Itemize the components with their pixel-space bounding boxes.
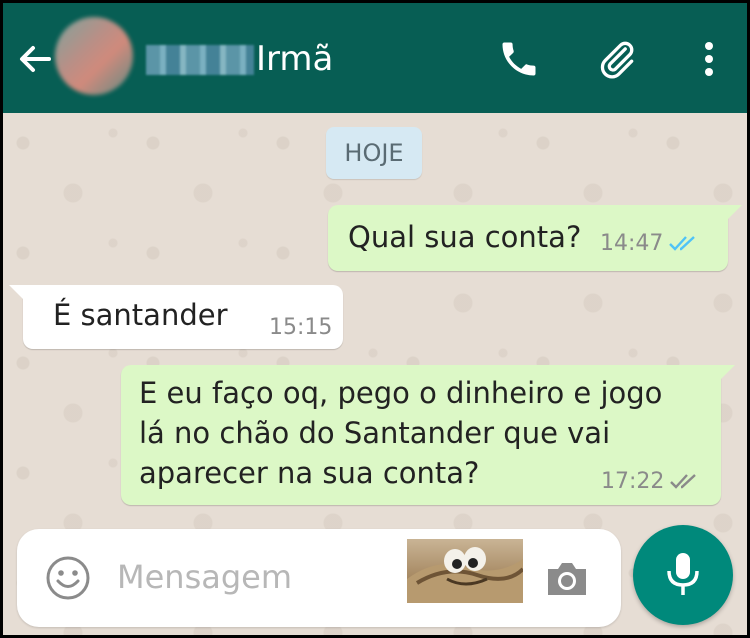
paperclip-icon[interactable] [595, 37, 639, 81]
delivered-double-check-icon [670, 474, 696, 489]
message-input[interactable] [117, 551, 407, 603]
back-arrow-icon[interactable] [15, 39, 55, 79]
outgoing-message[interactable]: Qual sua conta? 14:47 [328, 205, 742, 271]
mic-button[interactable] [633, 525, 733, 625]
message-text: Qual sua conta? [348, 220, 582, 254]
date-badge: HOJE [326, 127, 422, 179]
read-double-check-icon [669, 236, 695, 251]
emoji-icon[interactable] [45, 555, 91, 601]
more-vert-icon[interactable] [687, 37, 731, 81]
mic-icon [667, 553, 699, 595]
message-composer [17, 529, 621, 627]
phone-icon[interactable] [497, 37, 541, 81]
incoming-message[interactable]: É santander 15:15 [9, 285, 343, 349]
message-text: É santander [53, 298, 228, 332]
bubble-tail [719, 365, 735, 381]
bubble-tail [726, 205, 742, 221]
message-time: 17:22 [601, 469, 665, 494]
bubble-tail [9, 285, 25, 301]
sticker-image [407, 539, 523, 603]
whatsapp-chat-screen: Irmã HOJE Qual sua conta? 14:47 É santan… [3, 3, 747, 635]
outgoing-message[interactable]: E eu faço oq, pego o dinheiro e jogo lá … [121, 365, 735, 505]
contact-avatar[interactable] [55, 17, 133, 95]
camera-icon[interactable] [544, 559, 590, 599]
message-time: 14:47 [600, 231, 664, 256]
message-time: 15:15 [269, 315, 333, 340]
redacted-name-part [146, 45, 254, 75]
contact-name[interactable]: Irmã [256, 39, 333, 79]
message-list[interactable]: HOJE Qual sua conta? 14:47 É santander 1… [3, 113, 747, 635]
chat-header: Irmã [3, 3, 747, 113]
